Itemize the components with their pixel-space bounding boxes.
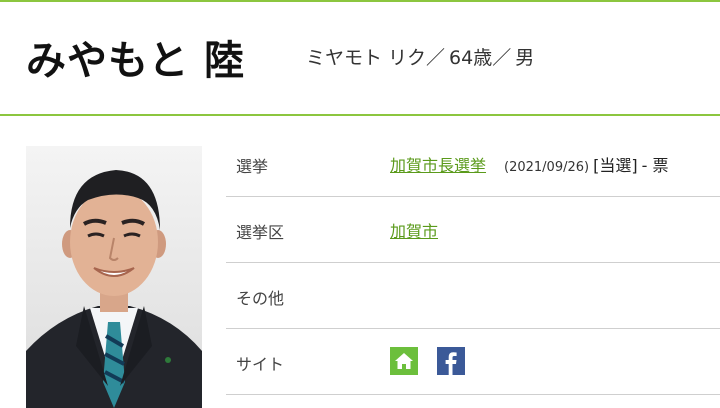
header-divider [0,114,720,116]
candidate-kana: ミヤモト リク／ [306,47,446,69]
district-link[interactable]: 加賀市 [390,222,438,241]
candidate-profile-page: みやもと 陸 ミヤモト リク／ 64歳／男 選挙 加賀市長選挙 (2021/09… [0,0,720,408]
candidate-subinfo: ミヤモト リク／ 64歳／男 [306,43,538,70]
home-icon[interactable] [390,347,418,375]
candidate-photo [26,146,202,408]
election-label: 選挙 [236,157,269,176]
profile-details-table: 選挙 加賀市長選挙 (2021/09/26) [当選] - 票 選挙区 加賀市 その他… [226,131,720,395]
profile-header: みやもと 陸 ミヤモト リク／ 64歳／男 [0,2,720,114]
site-icons [390,347,479,375]
facebook-icon[interactable] [437,347,466,375]
other-label: その他 [236,289,285,308]
candidate-age: 64歳／ [449,47,512,69]
district-value: 加賀市 [390,218,438,242]
detail-row-election: 選挙 加賀市長選挙 (2021/09/26) [当選] - 票 [226,131,720,197]
detail-row-site: サイト [226,329,720,395]
election-date: (2021/09/26) [504,160,590,175]
election-value: 加賀市長選挙 (2021/09/26) [当選] - 票 [390,152,668,176]
candidate-gender: 男 [515,47,535,69]
site-label: サイト [236,355,285,374]
portrait-illustration [26,146,202,408]
election-votes: - 票 [641,156,669,175]
district-label: 選挙区 [236,223,285,242]
election-result: [当選] [593,156,638,175]
election-link[interactable]: 加賀市長選挙 [390,156,486,175]
detail-row-district: 選挙区 加賀市 [226,197,720,263]
detail-row-other: その他 [226,263,720,329]
candidate-name: みやもと 陸 [26,38,246,84]
